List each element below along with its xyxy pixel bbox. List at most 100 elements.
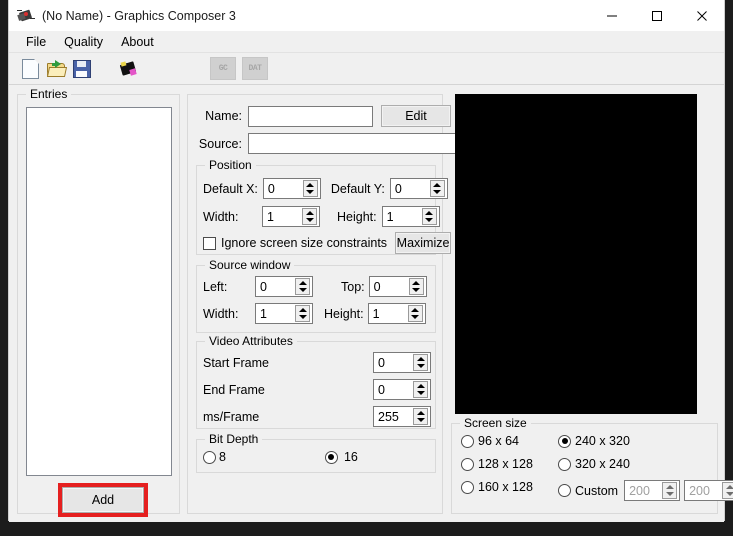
end-frame-value: 0 — [378, 382, 385, 397]
close-icon[interactable] — [679, 0, 724, 31]
preview-canvas[interactable] — [455, 94, 697, 414]
screen-size-group: Screen size 96 x 64 128 x 128 160 x 128 … — [451, 416, 733, 514]
spin-down-icon[interactable] — [296, 287, 309, 295]
ignore-constraints-checkbox[interactable] — [203, 236, 216, 250]
maximize-icon[interactable] — [634, 0, 679, 31]
screen-size-128x128-label: 128 x 128 — [478, 457, 533, 471]
screen-size-legend: Screen size — [460, 416, 531, 430]
end-frame-spinner[interactable]: 0 — [373, 379, 431, 400]
src-left-row: Left: 0 Top: 0 — [203, 276, 427, 297]
screen-size-160x128-radio[interactable] — [461, 480, 474, 494]
menu-item-about[interactable]: About — [112, 33, 163, 51]
spin-up-icon[interactable] — [414, 409, 427, 417]
src-left-spinner-buttons[interactable] — [295, 278, 310, 295]
screen-size-96x64-radio[interactable] — [461, 434, 474, 448]
start-frame-spinner[interactable]: 0 — [373, 352, 431, 373]
pos-height-spinner-buttons[interactable] — [421, 208, 437, 225]
ignore-constraints-label: Ignore screen size constraints — [221, 236, 388, 250]
spin-down-icon[interactable] — [414, 390, 427, 398]
default-y-spinner-buttons[interactable] — [429, 180, 445, 197]
save-button[interactable] — [70, 57, 94, 80]
ms-frame-spinner[interactable]: 255 — [373, 406, 431, 427]
spin-up-icon[interactable] — [423, 209, 436, 217]
entries-list[interactable] — [26, 107, 172, 476]
dat-export-button: DAT — [242, 57, 268, 80]
ms-frame-spinner-buttons[interactable] — [413, 408, 428, 425]
spin-up-icon[interactable] — [296, 279, 309, 287]
spin-down-icon[interactable] — [303, 217, 316, 225]
start-frame-value: 0 — [378, 355, 385, 370]
spin-up-icon[interactable] — [410, 279, 423, 287]
spin-up-icon[interactable] — [414, 355, 427, 363]
new-file-button[interactable] — [18, 57, 42, 80]
bit-depth-8-radio[interactable] — [203, 450, 216, 464]
spin-down-icon[interactable] — [414, 363, 427, 371]
pos-width-spinner[interactable]: 1 — [262, 206, 320, 227]
spin-up-icon[interactable] — [304, 181, 317, 189]
screen-size-row-4: 240 x 320 — [558, 434, 630, 448]
default-y-spinner[interactable]: 0 — [389, 178, 448, 199]
menu-item-quality[interactable]: Quality — [55, 33, 112, 51]
default-x-row: Default X: 0 Default Y: 0 — [203, 178, 448, 199]
spin-up-icon[interactable] — [414, 382, 427, 390]
bit-depth-group: Bit Depth 8 16 — [196, 432, 436, 473]
spin-up-icon[interactable] — [431, 181, 444, 189]
src-height-spinner-buttons[interactable] — [407, 305, 423, 322]
src-top-spinner-buttons[interactable] — [408, 278, 424, 295]
pos-width-spinner-buttons[interactable] — [302, 208, 317, 225]
spin-down-icon[interactable] — [410, 287, 423, 295]
menu-item-file[interactable]: File — [17, 33, 55, 51]
screen-size-row-3: 160 x 128 — [461, 480, 533, 494]
screen-size-128x128-radio[interactable] — [461, 457, 474, 471]
maximize-button[interactable]: Maximize — [395, 232, 452, 254]
spin-up-icon[interactable] — [303, 209, 316, 217]
name-input[interactable] — [248, 105, 373, 127]
entries-group: Entries Add — [17, 87, 180, 517]
bit-depth-16-radio[interactable] — [324, 450, 338, 464]
screen-size-240x320-radio[interactable] — [558, 434, 571, 448]
minimize-icon[interactable] — [589, 0, 634, 31]
spin-up-icon[interactable] — [296, 306, 309, 314]
src-width-spinner-buttons[interactable] — [295, 305, 310, 322]
spin-down-icon[interactable] — [296, 314, 309, 322]
source-input[interactable] — [248, 133, 457, 154]
pos-width-label: Width: — [203, 209, 239, 224]
src-width-spinner[interactable]: 1 — [255, 303, 313, 324]
screen-size-row-5: 320 x 240 — [558, 457, 630, 471]
src-left-spinner[interactable]: 0 — [255, 276, 313, 297]
src-top-value: 0 — [373, 279, 381, 294]
spin-down-icon[interactable] — [304, 189, 317, 197]
default-x-spinner[interactable]: 0 — [262, 178, 321, 199]
bit-depth-16-label: 16 — [343, 450, 358, 464]
spin-down-icon[interactable] — [414, 417, 427, 425]
spin-down-icon[interactable] — [409, 314, 422, 322]
start-frame-spinner-buttons[interactable] — [413, 354, 428, 371]
src-top-spinner[interactable]: 0 — [368, 276, 427, 297]
default-x-spinner-buttons[interactable] — [302, 180, 318, 197]
custom-height-spinner-buttons — [722, 482, 733, 499]
source-window-group: Source window Left: 0 Top: 0 Width: 1 He… — [196, 258, 436, 333]
spin-down-icon[interactable] — [423, 217, 436, 225]
client-area: Entries Add Name: Edit Source: Position — [9, 85, 733, 522]
spin-up-icon[interactable] — [409, 306, 422, 314]
src-height-spinner[interactable]: 1 — [367, 303, 426, 324]
end-frame-spinner-buttons[interactable] — [413, 381, 428, 398]
spin-down-icon[interactable] — [431, 189, 444, 197]
screen-size-custom-radio[interactable] — [558, 484, 571, 497]
entry-details-panel: Name: Edit Source: Position Default X: 0 — [187, 94, 457, 514]
end-frame-label: End Frame — [203, 382, 265, 397]
screen-size-320x240-radio[interactable] — [558, 457, 571, 471]
chip-button[interactable] — [116, 57, 140, 80]
pos-height-spinner[interactable]: 1 — [381, 206, 440, 227]
entries-legend: Entries — [26, 87, 72, 101]
custom-width-spinner-buttons — [662, 482, 678, 499]
screen-size-320x240-label: 320 x 240 — [575, 457, 630, 471]
src-left-label: Left: — [203, 279, 228, 294]
edit-button[interactable]: Edit — [381, 105, 451, 127]
open-folder-button[interactable] — [44, 57, 68, 80]
src-width-value: 1 — [260, 306, 267, 321]
pos-width-row: Width: 1 Height: 1 — [203, 206, 440, 227]
add-button[interactable]: Add — [62, 487, 144, 513]
ms-frame-label: ms/Frame — [203, 409, 260, 424]
screen-size-96x64-label: 96 x 64 — [478, 434, 520, 448]
